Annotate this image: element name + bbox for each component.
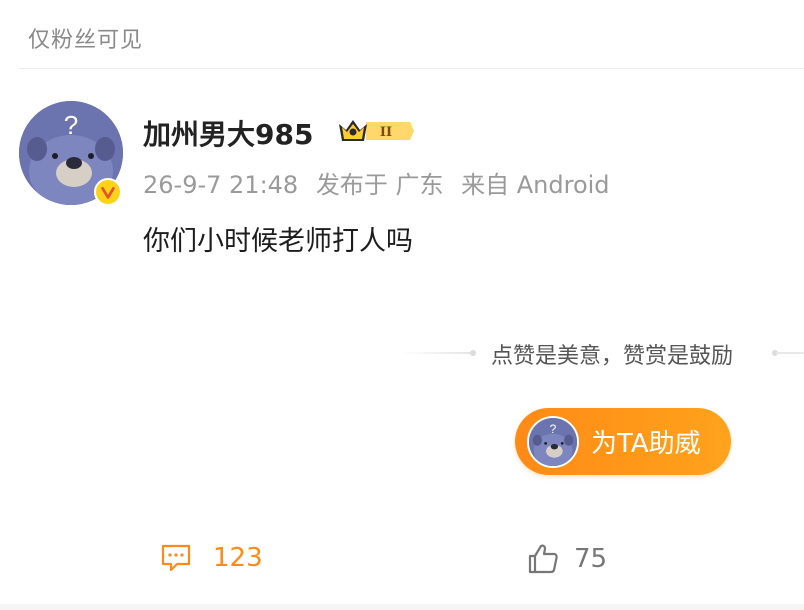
like-count: 75 [574, 544, 608, 574]
comment-icon [161, 544, 191, 572]
reward-divider-dot [470, 350, 476, 356]
svg-text:?: ? [550, 422, 557, 436]
reward-divider-left [400, 352, 474, 354]
thumbs-up-icon [528, 544, 558, 574]
divider [18, 68, 804, 69]
post-source: 来自 Android [461, 171, 610, 199]
comment-count: 123 [213, 543, 263, 573]
cheer-button[interactable]: ? 为TA助威 [515, 408, 731, 475]
member-crown-badge-icon[interactable]: II [336, 115, 414, 147]
divider [0, 604, 804, 610]
comment-button[interactable]: 123 [160, 542, 263, 574]
post-content: 你们小时候老师打人吗 [143, 226, 413, 257]
visibility-label: 仅粉丝可见 [28, 28, 144, 53]
author-name[interactable]: 加州男大985 [143, 113, 313, 153]
like-button[interactable]: 75 [526, 542, 607, 576]
cheer-button-label: 为TA助威 [591, 429, 701, 459]
svg-text:?: ? [64, 110, 78, 140]
post-meta: 26-9-7 21:48 发布于 广东 来自 Android [143, 165, 620, 200]
cheer-avatar: ? [527, 415, 579, 468]
verified-icon [94, 178, 122, 206]
reward-slogan: 点赞是美意，赞赏是鼓励 [491, 344, 734, 369]
post-location: 发布于 广东 [315, 171, 444, 199]
badge-level: II [380, 125, 392, 140]
reward-divider-right [776, 352, 804, 354]
post-time: 26-9-7 21:48 [143, 171, 299, 199]
